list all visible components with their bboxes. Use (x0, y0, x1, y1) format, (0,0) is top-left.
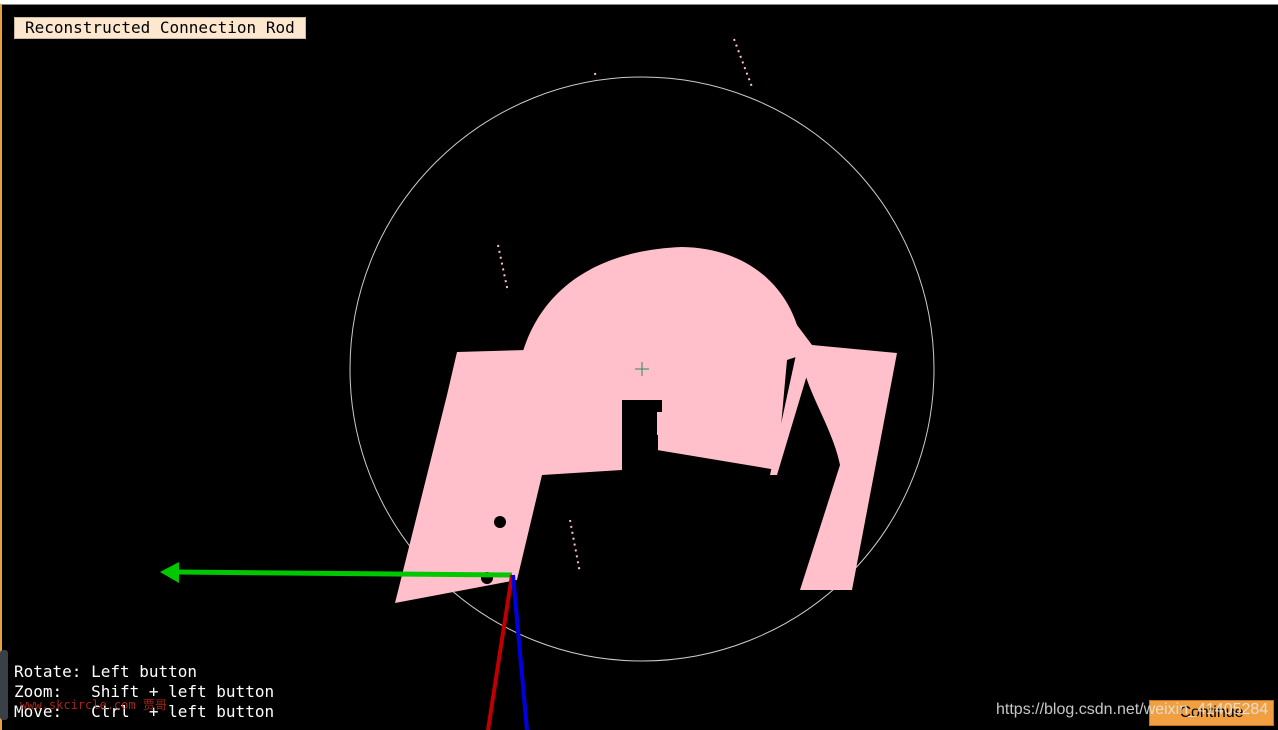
axis-x-arrow-icon (160, 562, 179, 583)
help-rotate: Rotate: Left button (14, 662, 198, 681)
axis-z-line (511, 574, 529, 730)
scene-canvas[interactable] (2, 5, 1278, 730)
point-cloud-left-plate (395, 350, 527, 603)
3d-viewport[interactable] (2, 5, 1278, 730)
continue-button[interactable]: Continue (1149, 700, 1274, 726)
axis-x-line (176, 569, 513, 578)
window-title-label: Reconstructed Connection Rod (14, 17, 306, 39)
axis-y-line (486, 574, 514, 730)
point-cloud-object (395, 247, 897, 603)
watermark-left: www.skcircle.com 贾哥 (20, 698, 167, 712)
